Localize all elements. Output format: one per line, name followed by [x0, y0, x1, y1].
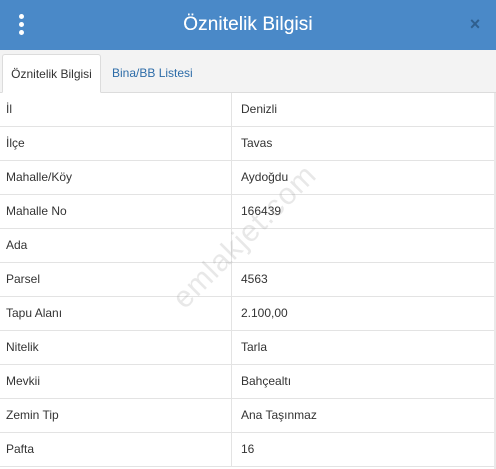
attribute-key: İl — [0, 93, 232, 126]
table-row: İl Denizli — [0, 93, 496, 127]
tab-bina-bb-listesi[interactable]: Bina/BB Listesi — [112, 54, 193, 93]
attribute-value: Tavas — [241, 136, 273, 150]
attribute-value: Aydoğdu — [241, 170, 289, 184]
attribute-key: Parsel — [0, 263, 232, 296]
attribute-value: Bahçealtı — [241, 374, 292, 388]
tab-oznitelik-bilgisi[interactable]: Öznitelik Bilgisi — [2, 54, 101, 93]
attribute-value: Tarla — [241, 340, 268, 354]
attribute-key: Mevkii — [0, 365, 232, 398]
dialog-header: Öznitelik Bilgisi × — [0, 0, 496, 50]
table-row: Zemin Tip Ana Taşınmaz — [0, 399, 496, 433]
attribute-value: 2.100,00 — [241, 306, 288, 320]
attribute-key: Tapu Alanı — [0, 297, 232, 330]
attribute-key: Mahalle/Köy — [0, 161, 232, 194]
attribute-key: Ada — [0, 229, 232, 262]
attribute-key: Nitelik — [0, 331, 232, 364]
attribute-value: Ana Taşınmaz — [241, 408, 317, 422]
table-row: Mahalle No 166439 — [0, 195, 496, 229]
dialog-title: Öznitelik Bilgisi — [183, 14, 313, 35]
attribute-key: Pafta — [0, 433, 232, 466]
table-row: Tapu Alanı 2.100,00 — [0, 297, 496, 331]
attribute-value — [233, 229, 496, 262]
table-row: Mahalle/Köy Aydoğdu — [0, 161, 496, 195]
table-row: Ada — [0, 229, 496, 263]
tab-bar: Öznitelik Bilgisi Bina/BB Listesi — [0, 50, 496, 93]
attribute-key: Mahalle No — [0, 195, 232, 228]
attribute-key: Zemin Tip — [0, 399, 232, 432]
attribute-value: 4563 — [241, 272, 268, 286]
attribute-table: İl Denizli İlçe Tavas Mahalle/Köy Aydoğd… — [0, 93, 496, 467]
table-row: Nitelik Tarla — [0, 331, 496, 365]
table-row: İlçe Tavas — [0, 127, 496, 161]
table-row: Mevkii Bahçealtı — [0, 365, 496, 399]
close-icon[interactable]: × — [468, 15, 482, 33]
table-row: Parsel 4563 — [0, 263, 496, 297]
table-row: Pafta 16 — [0, 433, 496, 467]
attribute-key: İlçe — [0, 127, 232, 160]
attribute-value: 16 — [241, 442, 255, 456]
attribute-value: 166439 — [241, 204, 282, 218]
attribute-value: Denizli — [241, 102, 278, 116]
